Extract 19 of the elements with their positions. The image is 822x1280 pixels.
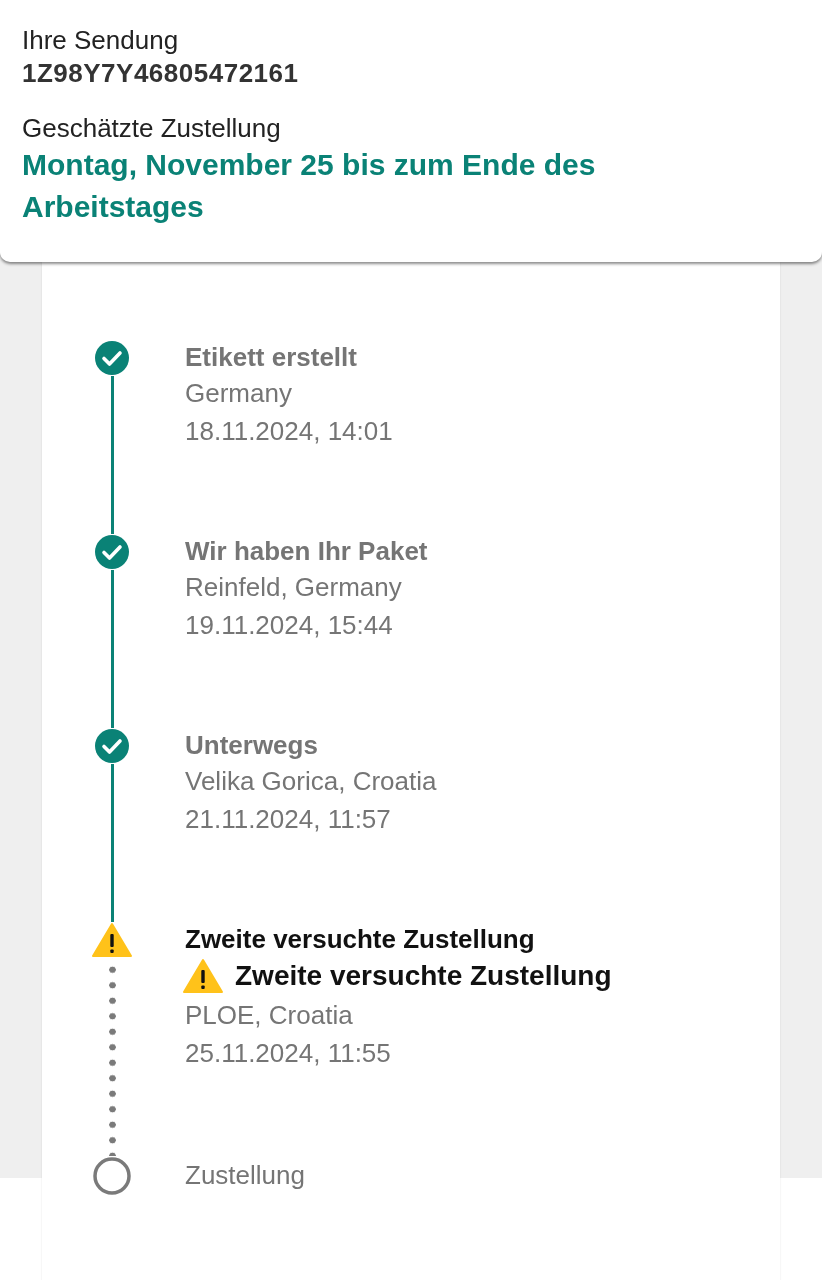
step-location: PLOE, Croatia [185,999,354,1032]
step-title: Unterwegs [185,729,319,762]
estimate-label: Geschätzte Zustellung [22,112,282,144]
step-title: Zustellung [185,1159,305,1192]
step-location: Velika Gorica, Croatia [185,765,437,798]
step-title: Etikett erstellt [185,341,358,374]
step-time: 21.11.2024, 11:57 [185,803,392,836]
warning-icon [181,958,225,994]
alert-text: Zweite versuchte Zustellung [235,959,612,993]
step-time: 18.11.2024, 14:01 [185,415,393,448]
step-time: 25.11.2024, 11:55 [185,1037,392,1070]
estimate-date: Montag, November 25 bis zum Ende des Arbeitstages [22,147,597,225]
step-location: Reinfeld, Germany [185,571,403,604]
step-title: Wir haben Ihr Paket [185,535,428,568]
step-title: Zweite versuchte Zustellung [185,923,536,956]
step-location: Germany [185,377,293,410]
shipment-label: Ihre Sendung [22,24,180,56]
step-time: 19.11.2024, 15:44 [185,609,394,642]
tracking-number: 1Z98Y7Y46805472161 [22,57,300,90]
